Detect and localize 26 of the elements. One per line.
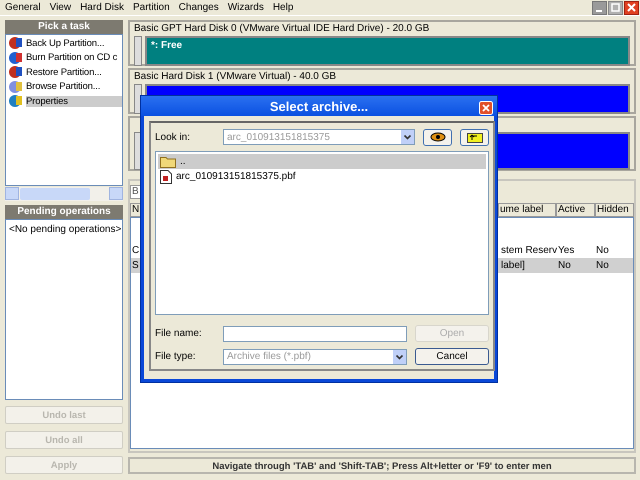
table-cell-text: S [131,260,140,271]
status-bar: Navigate through 'TAB' and 'Shift-TAB'; Press Alt+letter or 'F9' to enter men [128,457,636,474]
field-label: File type: [155,351,197,362]
table-cell-text: No [595,260,610,271]
partition-label: *: Free [151,40,182,51]
dialog-title: Select archive... [270,98,368,114]
task-label: Properties [26,96,122,107]
field-label: File name: [155,328,203,339]
task-label: Burn Partition on CD c [26,52,118,64]
table-cell-text: C [131,245,140,256]
disk-title: Basic Hard Disk 1 (VMware Virtual) - 40.0 GB [134,71,338,84]
table-cell-text: Yes [557,245,576,256]
table-cell-text: label] [500,260,526,271]
task-label: Back Up Partition... [26,38,104,49]
panel-header: Pick a task [5,20,123,34]
table-cell-text: stem Reserv [500,245,557,256]
pending-item: <No pending operations> [8,222,122,237]
disk-title: Basic GPT Hard Disk 0 (VMware Virtual IDE Hard Drive) - 20.0 GB [134,23,430,36]
task-label: Restore Partition... [26,66,102,78]
task-label: Browse Partition... [26,81,100,92]
panel-header: Pending operations [5,204,123,219]
file-name: .. [180,156,186,167]
field-label: Look in: [155,132,192,142]
table-cell-text: No [557,260,572,271]
file-name: arc_010913151815375.pbf [176,171,296,182]
table-cell-text: No [595,245,610,256]
